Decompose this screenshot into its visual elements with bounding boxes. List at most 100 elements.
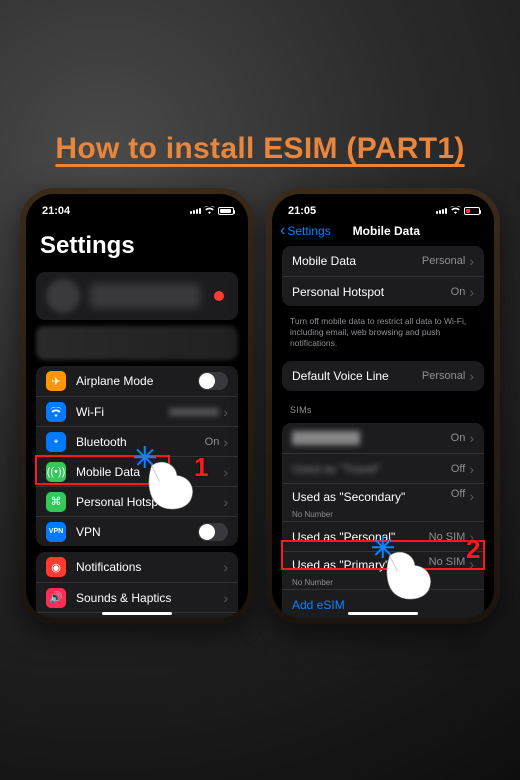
row-label: Used as "Secondary" — [292, 488, 451, 504]
avatar — [46, 279, 80, 313]
wifi-icon — [46, 402, 66, 422]
row-label: Default Voice Line — [292, 369, 422, 383]
row-value: On — [205, 436, 220, 448]
group-mobile: Mobile Data Personal › Personal Hotspot … — [282, 246, 484, 306]
profile-row[interactable] — [36, 272, 238, 320]
row-value — [169, 408, 219, 416]
chevron-right-icon: › — [469, 368, 474, 384]
row-airplane[interactable]: ✈ Airplane Mode — [36, 366, 238, 396]
row-voice[interactable]: Default Voice Line Personal › — [282, 361, 484, 391]
settings-title: Settings — [26, 218, 248, 268]
chevron-right-icon: › — [469, 430, 474, 446]
add-esim-label: Add eSIM — [292, 598, 474, 612]
home-indicator — [348, 612, 418, 615]
row-value: On — [451, 286, 466, 298]
row-hotspot[interactable]: Personal Hotspot On › — [282, 276, 484, 306]
chevron-right-icon: › — [469, 556, 474, 572]
chevron-left-icon: ‹ — [280, 225, 285, 237]
row-sim-4[interactable]: Used as "Personal" No SIM › — [282, 521, 484, 551]
row-sim-3[interactable]: Used as "Secondary" No Number Off › — [282, 483, 484, 521]
row-sim-1[interactable]: ████████ On › — [282, 423, 484, 453]
group-connectivity: ✈ Airplane Mode Wi-Fi › ᛭ Bluetooth On › — [36, 366, 238, 546]
blurred-row — [36, 326, 238, 360]
airplane-toggle[interactable] — [198, 372, 228, 390]
row-value: Personal — [422, 370, 465, 382]
wifi-icon — [204, 205, 215, 217]
row-mobile-data[interactable]: ((•)) Mobile Data › — [36, 456, 238, 486]
cellular-icon — [436, 208, 447, 214]
row-label: Mobile Data — [76, 465, 223, 479]
row-value: Personal — [422, 255, 465, 267]
row-value: Off — [451, 488, 465, 500]
chevron-right-icon: › — [469, 253, 474, 269]
chevron-right-icon: › — [223, 404, 228, 420]
phone-right: 21:05 ‹ Settings Mobile Data Mobile Data… — [266, 188, 500, 624]
section-sims: SIMs — [272, 397, 494, 417]
group-sims: ████████ On › Used as "Travel" Off › Use… — [282, 423, 484, 618]
row-value: No SIM — [429, 531, 466, 543]
row-label: Wi-Fi — [76, 405, 169, 419]
row-label: Used as "Primary" — [292, 556, 429, 572]
notch — [335, 194, 431, 210]
page-title: How to install ESIM (PART1) — [0, 132, 520, 166]
wifi-icon — [450, 205, 461, 217]
row-label: Used as "Personal" — [292, 530, 429, 544]
phone-left: 21:04 Settings ✈ Airplane Mode — [20, 188, 254, 624]
screen-title: Mobile Data — [287, 224, 486, 238]
row-sublabel: No Number — [292, 578, 333, 587]
vpn-toggle[interactable] — [198, 523, 228, 541]
bluetooth-icon: ᛭ — [46, 432, 66, 452]
row-label: Sounds & Haptics — [76, 591, 223, 605]
row-wifi[interactable]: Wi-Fi › — [36, 396, 238, 426]
airplane-icon: ✈ — [46, 371, 66, 391]
row-sounds[interactable]: 🔊 Sounds & Haptics › — [36, 582, 238, 612]
footer-note: Turn off mobile data to restrict all dat… — [272, 312, 494, 355]
bell-icon: ◉ — [46, 557, 66, 577]
battery-icon — [464, 207, 480, 215]
row-vpn[interactable]: VPN VPN — [36, 516, 238, 546]
row-label: Bluetooth — [76, 435, 205, 449]
vpn-icon: VPN — [46, 522, 66, 542]
home-indicator — [102, 612, 172, 615]
battery-icon — [218, 207, 234, 215]
chevron-right-icon: › — [469, 461, 474, 477]
chevron-right-icon: › — [223, 559, 228, 575]
phones-container: 21:04 Settings ✈ Airplane Mode — [18, 188, 502, 624]
row-label: Mobile Data — [292, 254, 422, 268]
row-sim-5[interactable]: Used as "Primary" No Number No SIM › — [282, 551, 484, 589]
status-time: 21:05 — [288, 205, 316, 217]
status-time: 21:04 — [42, 205, 70, 217]
group-voice: Default Voice Line Personal › — [282, 361, 484, 391]
row-label: Airplane Mode — [76, 374, 198, 388]
cellular-icon — [190, 208, 201, 214]
hotspot-icon: ⌘ — [46, 492, 66, 512]
profile-name — [90, 284, 200, 308]
notification-dot-icon — [214, 291, 224, 301]
chevron-right-icon: › — [469, 529, 474, 545]
row-label: Notifications — [76, 560, 223, 574]
row-bluetooth[interactable]: ᛭ Bluetooth On › — [36, 426, 238, 456]
group-notifications: ◉ Notifications › 🔊 Sounds & Haptics › ☾… — [36, 552, 238, 618]
antenna-icon: ((•)) — [46, 462, 66, 482]
chevron-right-icon: › — [223, 590, 228, 606]
row-value: Off — [451, 463, 465, 475]
notch — [89, 194, 185, 210]
row-sublabel: No Number — [292, 510, 333, 519]
row-label: VPN — [76, 525, 198, 539]
row-sim-2[interactable]: Used as "Travel" Off › — [282, 453, 484, 483]
row-notifications[interactable]: ◉ Notifications › — [36, 552, 238, 582]
chevron-right-icon: › — [223, 494, 228, 510]
nav-header: ‹ Settings Mobile Data — [272, 218, 494, 240]
moon-icon: ☾ — [46, 618, 66, 619]
chevron-right-icon: › — [223, 464, 228, 480]
speaker-icon: 🔊 — [46, 588, 66, 608]
row-hotspot[interactable]: ⌘ Personal Hotspot › — [36, 486, 238, 516]
row-label: Personal Hotspot — [292, 285, 451, 299]
row-label: Personal Hotspot — [76, 495, 223, 509]
chevron-right-icon: › — [469, 488, 474, 504]
row-value: No SIM — [429, 556, 466, 568]
row-mobile-data[interactable]: Mobile Data Personal › — [282, 246, 484, 276]
chevron-right-icon: › — [223, 434, 228, 450]
chevron-right-icon: › — [469, 284, 474, 300]
row-value: On — [451, 432, 466, 444]
